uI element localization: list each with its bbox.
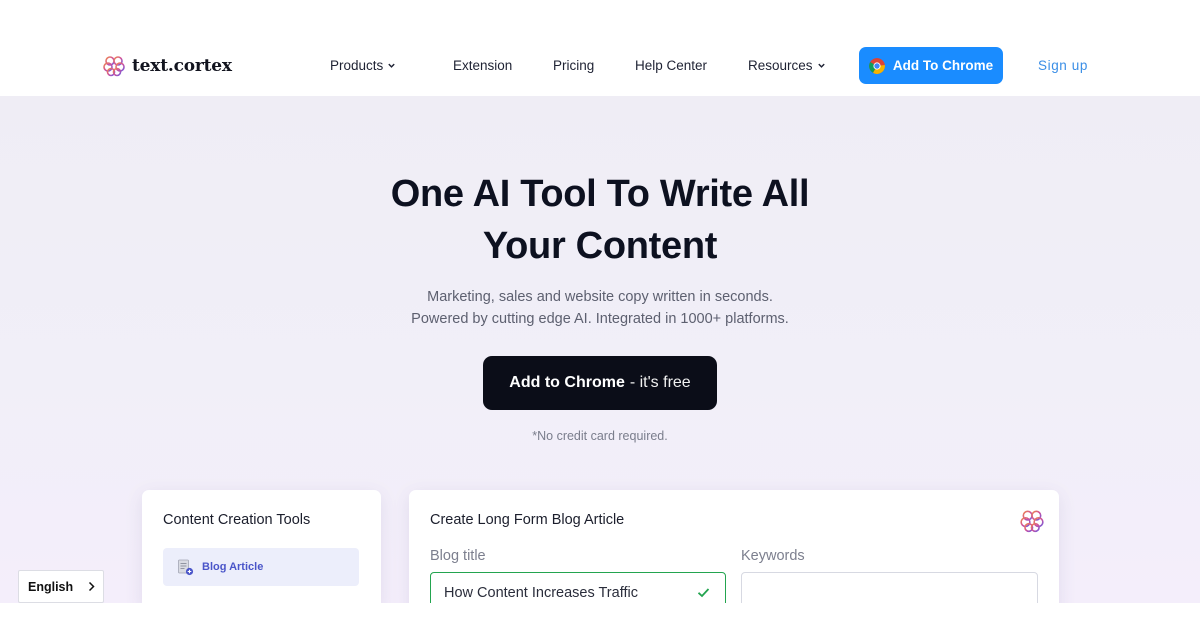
- hero-title-line2: Your Content: [482, 225, 718, 267]
- add-to-chrome-label: Add To Chrome: [892, 58, 994, 73]
- brain-icon: [1020, 510, 1044, 533]
- hero-section: One AI Tool To Write All Your Content Ma…: [0, 96, 1200, 620]
- content-tools-title: Content Creation Tools: [163, 512, 311, 528]
- nav-resources[interactable]: Resources: [748, 58, 826, 73]
- language-label: English: [28, 579, 74, 594]
- hero-subtitle-line2: Powered by cutting edge AI. Integrated i…: [411, 311, 789, 327]
- cta-main-label: Add to Chrome: [509, 374, 625, 391]
- nav-pricing[interactable]: Pricing: [553, 58, 594, 73]
- logo-text: text.cortex: [132, 56, 232, 76]
- chevron-down-icon: [817, 63, 825, 68]
- check-icon: [697, 588, 710, 598]
- nav-pricing-label: Pricing: [553, 58, 595, 73]
- blog-title-value: How Content Increases Traffic: [444, 585, 638, 601]
- chevron-right-icon: [89, 581, 95, 592]
- logo[interactable]: text.cortex: [102, 54, 232, 78]
- keywords-label: Keywords: [741, 548, 805, 564]
- chevron-down-icon: [388, 63, 395, 68]
- nav-help-center-label: Help Center: [635, 58, 708, 73]
- blog-article-card: Create Long Form Blog Article Blog title…: [409, 490, 1059, 620]
- nav-help-center[interactable]: Help Center: [635, 58, 707, 73]
- blog-title-label: Blog title: [430, 548, 486, 564]
- no-credit-card-note: *No credit card required.: [532, 429, 668, 443]
- tool-item-blog-article[interactable]: Blog Article: [163, 548, 359, 586]
- chrome-icon: [868, 57, 885, 74]
- hero-subtitle-line1: Marketing, sales and website copy writte…: [427, 289, 773, 305]
- tool-item-label: Blog Article: [202, 561, 264, 573]
- add-to-chrome-button[interactable]: Add To Chrome: [859, 47, 1003, 84]
- hero-subtitle: Marketing, sales and website copy writte…: [0, 286, 1200, 330]
- hero-title-line1: One AI Tool To Write All: [390, 173, 810, 215]
- page-bottom-strip: [0, 603, 1200, 630]
- brain-icon: [103, 56, 125, 77]
- nav-products-label: Products: [330, 58, 384, 73]
- nav-products[interactable]: Products: [330, 58, 396, 73]
- top-navbar: text.cortex Products Extension Pricing H…: [0, 0, 1200, 96]
- add-to-chrome-cta-button[interactable]: Add to Chrome - it's free: [483, 356, 717, 410]
- blog-card-title: Create Long Form Blog Article: [430, 512, 625, 528]
- nav-extension-label: Extension: [453, 58, 513, 73]
- hero-title: One AI Tool To Write All Your Content: [0, 168, 1200, 272]
- nav-resources-label: Resources: [748, 58, 813, 73]
- document-icon: [178, 559, 194, 575]
- signup-link[interactable]: Sign up: [1038, 58, 1088, 73]
- cta-suffix-label: - it's free: [629, 374, 691, 391]
- content-tools-card: Content Creation Tools Blog Article: [142, 490, 381, 610]
- language-selector[interactable]: English: [18, 570, 104, 603]
- nav-extension[interactable]: Extension: [453, 58, 512, 73]
